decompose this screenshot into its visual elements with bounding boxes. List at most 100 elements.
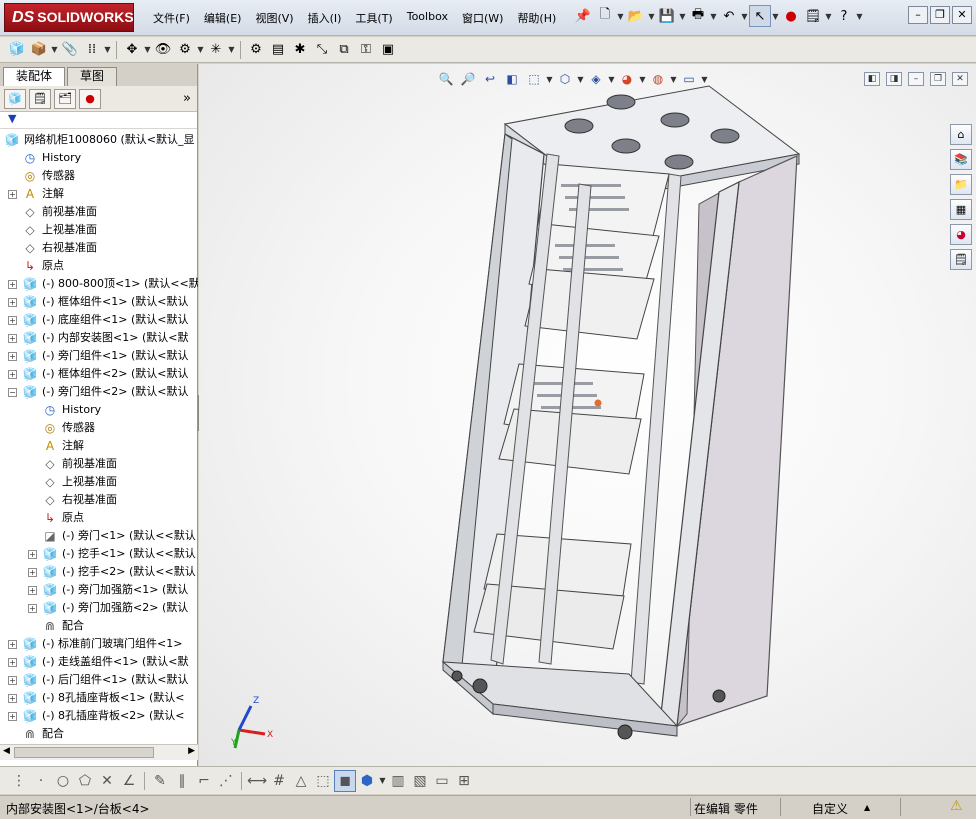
mate-icon[interactable]: 📎 [59,39,81,61]
tree-expander-icon[interactable]: + [8,676,17,685]
wireframe-cube-icon[interactable]: ⬚ [312,770,334,792]
bill-of-materials-icon[interactable]: ▤ [267,39,289,61]
tree-expander-icon[interactable]: + [8,370,17,379]
cabinet-3d-model[interactable] [199,64,976,766]
unit-system-arrow-icon[interactable]: ▲ [864,803,870,812]
unit-system[interactable]: 自定义 [812,800,848,817]
tree-expander-icon[interactable]: + [8,298,17,307]
configuration-manager-icon[interactable]: 🗂 [54,88,76,109]
graphics-viewport[interactable]: 🔍 🔎 ↩ ◧ ⬚ ▼ ⬡ ▼ ◈ ▼ ◕ ▼ ◍ ▼ ▭ ▼ ◧ ◨ – ❐ ✕ [199,64,976,766]
pencil-icon[interactable]: ✎ [149,770,171,792]
tree-expander-icon[interactable]: + [28,586,37,595]
chevron-down-icon[interactable]: ▼ [616,12,625,21]
pin-icon[interactable]: 📌 [572,5,594,27]
save-icon[interactable]: 💾 [656,5,678,27]
scroll-right-arrow-icon[interactable]: ▶ [188,746,195,756]
chevron-down-icon[interactable]: ▼ [824,12,833,21]
polygon-icon[interactable]: ⬠ [74,770,96,792]
tree-expander-icon[interactable]: + [8,280,17,289]
tree-expander-icon[interactable]: − [8,388,17,397]
tree-expander-icon[interactable]: + [8,316,17,325]
display-mode-icon[interactable]: ⬢ [356,770,378,792]
chevron-down-icon[interactable]: ▼ [855,12,864,21]
custom-properties-icon[interactable]: 🗒 [950,249,972,270]
more-tabs-chevron-icon[interactable]: » [183,91,191,106]
chevron-down-icon[interactable]: ▼ [740,12,749,21]
tab-sketch[interactable]: 草图 [67,67,118,86]
chevron-down-icon[interactable]: ▼ [647,12,656,21]
four-view-icon[interactable]: ⊞ [453,770,475,792]
design-library-icon[interactable]: 📚 [950,149,972,170]
chevron-down-icon[interactable]: ▼ [709,12,718,21]
menu-help[interactable]: 帮助(H) [510,9,563,27]
point-icon[interactable]: · [30,770,52,792]
rebuild-status-icon[interactable]: ⚠ [950,798,963,814]
scroll-left-arrow-icon[interactable]: ◀ [3,746,10,756]
circle-icon[interactable]: ○ [52,770,74,792]
scrollbar-thumb[interactable] [14,747,154,758]
close-icon[interactable]: ✕ [952,6,972,24]
tree-expander-icon[interactable]: + [8,334,17,343]
tree-expander-icon[interactable]: + [28,568,37,577]
undo-icon[interactable]: ↶ [718,5,740,27]
tree-expander-icon[interactable]: + [8,658,17,667]
triangle-icon[interactable]: △ [290,770,312,792]
components-icon[interactable]: ▥ [387,770,409,792]
color-display-icon[interactable]: ▧ [409,770,431,792]
tab-assembly[interactable]: 装配体 [3,67,66,86]
clearance-verification-icon[interactable]: ⚿ [355,39,377,61]
chevron-down-icon[interactable]: ▼ [196,45,205,54]
tree-expander-icon[interactable]: + [8,694,17,703]
angle-icon[interactable]: ∠ [118,770,140,792]
explode-line-sketch-icon[interactable]: ⤡ [311,39,333,61]
chevron-down-icon[interactable]: ▼ [378,776,387,785]
solidworks-logo[interactable]: DS SOLIDWORKS [4,3,134,32]
intersection-icon[interactable]: ✕ [96,770,118,792]
menu-view[interactable]: 视图(V) [248,9,300,27]
menu-file[interactable]: 文件(F) [146,9,197,27]
chevron-down-icon[interactable]: ▼ [50,45,59,54]
display-manager-icon[interactable]: ● [79,88,101,109]
parallel-icon[interactable]: ∥ [171,770,193,792]
minimize-icon[interactable]: – [908,6,928,24]
tree-expander-icon[interactable]: + [8,352,17,361]
print-icon[interactable]: 🖶 [687,5,709,27]
smart-dimension-icon[interactable]: ⟷ [246,770,268,792]
select-arrow-icon[interactable]: ↖ [749,5,771,27]
chevron-down-icon[interactable]: ▼ [678,12,687,21]
restore-icon[interactable]: ❐ [930,6,950,24]
chevron-down-icon[interactable]: ▼ [143,45,152,54]
shaded-cube-icon[interactable]: ◼ [334,769,356,792]
tree-expander-icon[interactable]: + [28,550,37,559]
horizontal-scrollbar[interactable]: ◀ ▶ [0,744,198,760]
menu-edit[interactable]: 编辑(E) [197,9,249,27]
show-hidden-icon[interactable]: 👁 [152,39,174,61]
chevron-down-icon[interactable]: ▼ [103,45,112,54]
menu-tools[interactable]: 工具(T) [348,9,399,27]
filter-icon[interactable]: ▼ [0,112,197,129]
rebuild-traffic-light-icon[interactable]: ● [780,5,802,27]
menu-insert[interactable]: 插入(I) [301,9,349,27]
options-icon[interactable]: 🗒 [802,5,824,27]
linear-pattern-icon[interactable]: ⁞⁞ [81,39,103,61]
open-folder-icon[interactable]: 📂 [625,5,647,27]
new-document-icon[interactable]: 🗋 [594,5,616,27]
single-view-icon[interactable]: ▭ [431,770,453,792]
edit-component-icon[interactable]: 🧊 [6,39,28,61]
appearances-scenes-icon[interactable]: ◕ [950,224,972,245]
tree-expander-icon[interactable]: + [8,640,17,649]
move-component-icon[interactable]: ✥ [121,39,143,61]
feature-manager-icon[interactable]: 🧊 [4,88,26,109]
tree-expander-icon[interactable]: + [8,712,17,721]
solidworks-resources-icon[interactable]: ⌂ [950,124,972,145]
tree-expander-icon[interactable]: + [28,604,37,613]
file-explorer-icon[interactable]: 📁 [950,174,972,195]
interference-detection-icon[interactable]: ⧉ [333,39,355,61]
view-palette-icon[interactable]: ▦ [950,199,972,220]
help-icon[interactable]: ? [833,5,855,27]
menu-window[interactable]: 窗口(W) [455,9,510,27]
grid-icon[interactable]: # [268,770,290,792]
chevron-down-icon[interactable]: ▼ [227,45,236,54]
assembly-features-icon[interactable]: ⚙ [174,39,196,61]
menu-toolbox[interactable]: Toolbox [400,9,455,27]
